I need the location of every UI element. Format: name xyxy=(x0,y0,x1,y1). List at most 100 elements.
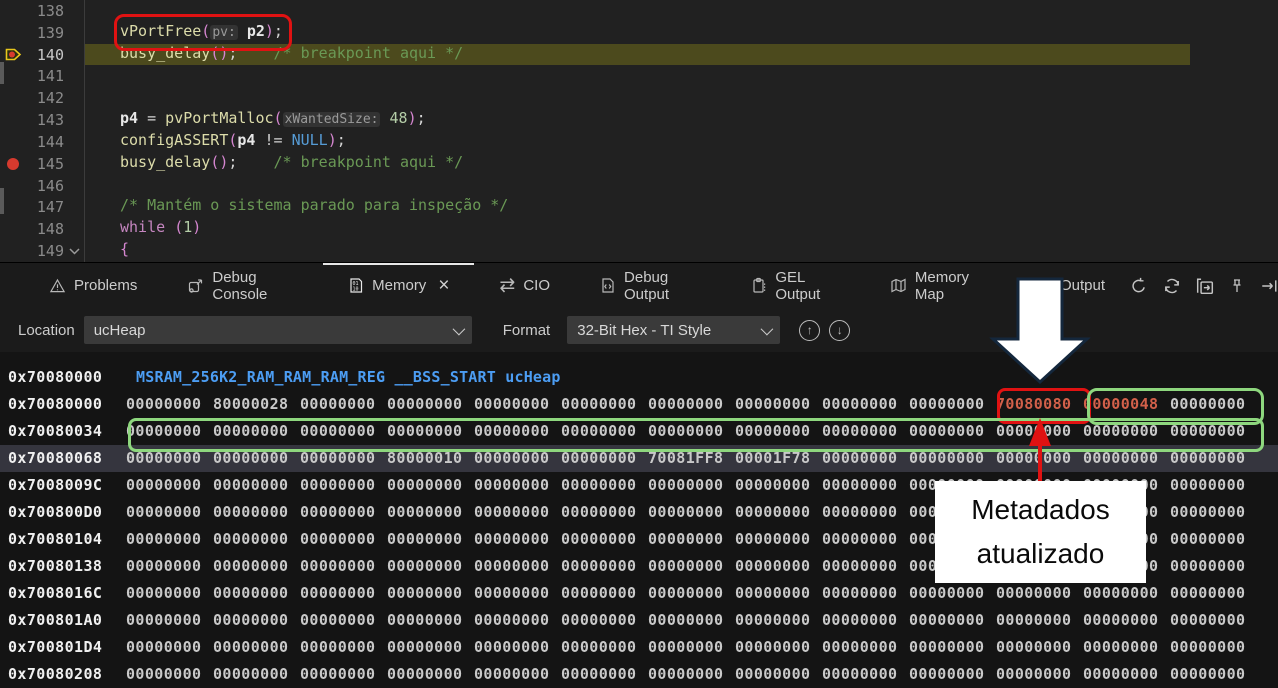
memory-cell[interactable]: 00000000 xyxy=(213,607,300,634)
memory-cell[interactable]: 80000028 xyxy=(213,391,300,418)
memory-cell[interactable]: 00000000 xyxy=(1083,418,1170,445)
memory-cell[interactable]: 00000000 xyxy=(1083,580,1170,607)
memory-cell[interactable]: 00000000 xyxy=(213,634,300,661)
memory-cell[interactable]: 00000000 xyxy=(300,607,387,634)
memory-cell[interactable]: 00000000 xyxy=(822,472,909,499)
memory-cell[interactable]: 00000000 xyxy=(126,580,213,607)
memory-cell[interactable]: 00000000 xyxy=(1170,526,1257,553)
memory-cell[interactable]: 00001F78 xyxy=(735,445,822,472)
memory-cell[interactable]: 00000000 xyxy=(1083,472,1170,499)
memory-cell[interactable]: 00000000 xyxy=(213,472,300,499)
memory-cell[interactable]: 00000000 xyxy=(126,526,213,553)
sync-icon[interactable] xyxy=(1163,277,1181,295)
memory-cell[interactable]: 00000000 xyxy=(822,418,909,445)
memory-cell[interactable]: 00000000 xyxy=(213,580,300,607)
memory-cell[interactable]: 00000000 xyxy=(561,418,648,445)
memory-cell[interactable]: 00000000 xyxy=(213,553,300,580)
memory-cell[interactable]: 00000000 xyxy=(387,553,474,580)
pin-icon[interactable] xyxy=(1229,277,1245,295)
restart-icon[interactable] xyxy=(1130,277,1148,295)
memory-cell[interactable]: 00000000 xyxy=(909,418,996,445)
scroll-up-button[interactable]: ↑ xyxy=(799,319,821,341)
memory-cell[interactable]: 00000000 xyxy=(474,607,561,634)
memory-cell[interactable]: 00000000 xyxy=(474,499,561,526)
memory-cell[interactable]: 00000000 xyxy=(1083,526,1170,553)
fold-chevron-icon[interactable] xyxy=(64,240,84,262)
memory-cell[interactable]: 00000000 xyxy=(909,553,996,580)
memory-cell[interactable]: 00000000 xyxy=(909,580,996,607)
memory-cell[interactable]: 00000000 xyxy=(1170,391,1257,418)
memory-cell[interactable]: 00000000 xyxy=(648,472,735,499)
tab-cio[interactable]: ⇄ CIO xyxy=(474,263,575,308)
memory-cell[interactable]: 00000000 xyxy=(909,445,996,472)
tab-debug-output[interactable]: Debug Output xyxy=(575,263,726,308)
memory-cell[interactable]: 00000000 xyxy=(387,607,474,634)
memory-cell[interactable]: 00000000 xyxy=(1170,418,1257,445)
memory-cell[interactable]: 00000000 xyxy=(735,553,822,580)
memory-cell[interactable]: 00000000 xyxy=(213,526,300,553)
memory-cell[interactable]: 00000000 xyxy=(300,445,387,472)
memory-cell[interactable]: 00000000 xyxy=(561,391,648,418)
memory-cell[interactable]: 00000000 xyxy=(300,553,387,580)
memory-cell[interactable]: 00000000 xyxy=(1170,472,1257,499)
tab-output[interactable]: Output xyxy=(1012,263,1130,308)
memory-cell[interactable]: 00000000 xyxy=(387,580,474,607)
memory-cell[interactable]: 00000000 xyxy=(126,553,213,580)
tab-gel-output[interactable]: GEL Output xyxy=(726,263,865,308)
memory-cell[interactable]: 00000000 xyxy=(300,418,387,445)
memory-cell[interactable]: 00000000 xyxy=(213,661,300,688)
memory-cell[interactable]: 00000000 xyxy=(822,580,909,607)
memory-cell[interactable]: 00000000 xyxy=(822,499,909,526)
memory-cell[interactable]: 00000000 xyxy=(909,634,996,661)
memory-cell[interactable]: 00000000 xyxy=(822,445,909,472)
memory-cell[interactable]: 00000000 xyxy=(300,526,387,553)
tab-problems[interactable]: Problems xyxy=(24,263,162,308)
memory-cell[interactable]: 00000000 xyxy=(648,526,735,553)
memory-cell[interactable]: 00000000 xyxy=(387,634,474,661)
memory-cell[interactable]: 00000000 xyxy=(1170,445,1257,472)
memory-cell[interactable]: 00000000 xyxy=(735,472,822,499)
memory-cell[interactable]: 00000000 xyxy=(387,661,474,688)
memory-cell[interactable]: 00000000 xyxy=(561,445,648,472)
memory-cell[interactable]: 00000000 xyxy=(909,499,996,526)
breakpoint-icon[interactable] xyxy=(0,153,26,175)
memory-cell[interactable]: 00000048 xyxy=(1083,391,1170,418)
memory-cell[interactable]: 00000000 xyxy=(474,445,561,472)
memory-cell[interactable]: 00000000 xyxy=(822,391,909,418)
memory-cell[interactable]: 00000000 xyxy=(474,553,561,580)
memory-cell[interactable]: 00000000 xyxy=(648,391,735,418)
memory-cell[interactable]: 00000000 xyxy=(387,526,474,553)
memory-cell[interactable]: 00000000 xyxy=(126,472,213,499)
memory-cell[interactable]: 00000000 xyxy=(996,553,1083,580)
memory-cell[interactable]: 00000000 xyxy=(300,661,387,688)
export-icon[interactable] xyxy=(1196,277,1214,295)
memory-cell[interactable]: 00000000 xyxy=(126,499,213,526)
memory-cell[interactable]: 00000000 xyxy=(648,418,735,445)
memory-cell[interactable]: 00000000 xyxy=(561,499,648,526)
memory-cell[interactable]: 00000000 xyxy=(996,418,1083,445)
memory-cell[interactable]: 00000000 xyxy=(561,472,648,499)
memory-cell[interactable]: 00000000 xyxy=(1083,634,1170,661)
memory-cell[interactable]: 00000000 xyxy=(1083,445,1170,472)
memory-cell[interactable]: 00000000 xyxy=(300,580,387,607)
memory-cell[interactable]: 00000000 xyxy=(126,418,213,445)
memory-cell[interactable]: 00000000 xyxy=(300,499,387,526)
memory-cell[interactable]: 00000000 xyxy=(474,661,561,688)
memory-cell[interactable]: 00000000 xyxy=(1170,661,1257,688)
memory-cell[interactable]: 00000000 xyxy=(474,418,561,445)
memory-cell[interactable]: 00000000 xyxy=(561,634,648,661)
memory-cell[interactable]: 00000000 xyxy=(822,553,909,580)
memory-cell[interactable]: 00000000 xyxy=(735,391,822,418)
memory-cell[interactable]: 00000000 xyxy=(996,499,1083,526)
memory-cell[interactable]: 00000000 xyxy=(822,661,909,688)
memory-cell[interactable]: 00000000 xyxy=(1170,580,1257,607)
memory-cell[interactable]: 00000000 xyxy=(648,553,735,580)
memory-cell[interactable]: 00000000 xyxy=(996,661,1083,688)
memory-cell[interactable]: 00000000 xyxy=(1083,553,1170,580)
memory-cell[interactable]: 00000000 xyxy=(561,607,648,634)
memory-cell[interactable]: 00000000 xyxy=(561,553,648,580)
memory-cell[interactable]: 00000000 xyxy=(213,499,300,526)
memory-cell[interactable]: 00000000 xyxy=(822,634,909,661)
memory-cell[interactable]: 00000000 xyxy=(474,391,561,418)
memory-cell[interactable]: 00000000 xyxy=(1083,607,1170,634)
